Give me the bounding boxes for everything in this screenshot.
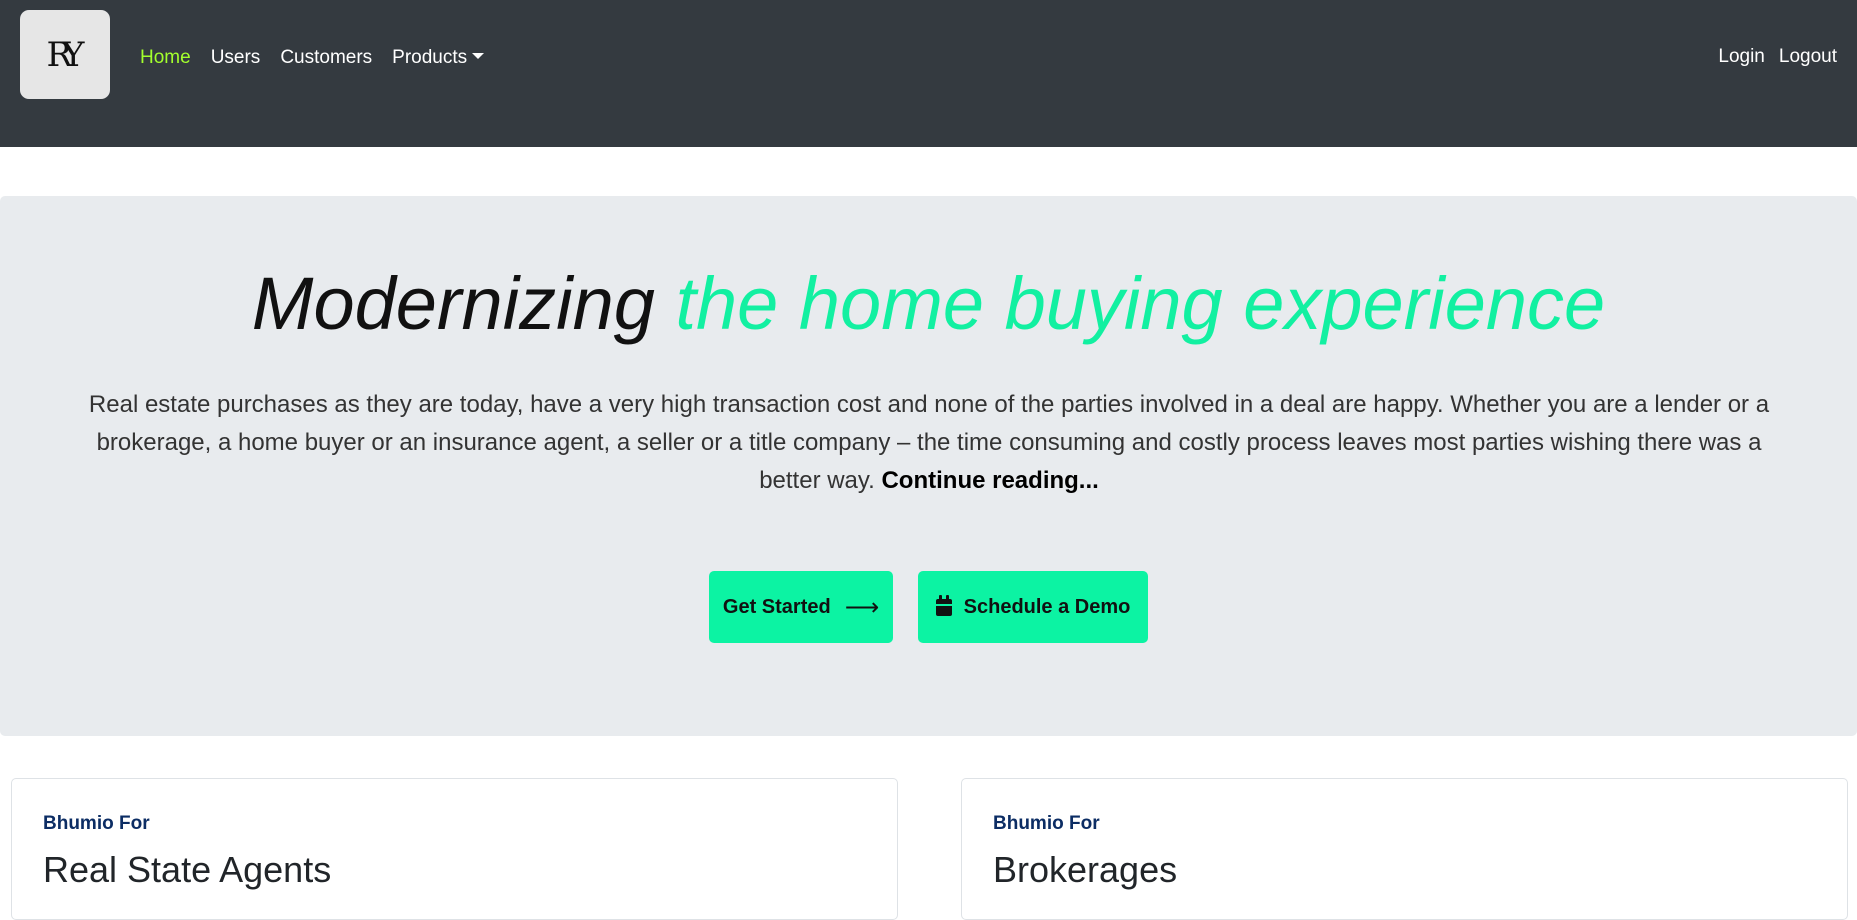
calendar-icon <box>935 594 952 616</box>
card-eyebrow: Bhumio For <box>993 813 1100 834</box>
brand-monogram: RY <box>46 34 85 75</box>
auth-nav: Login Logout <box>1704 46 1837 68</box>
top-navbar: RY Home Users Customers Products Login L… <box>0 0 1857 147</box>
nav-link-products-label: Products <box>392 47 468 68</box>
brand-logo[interactable]: RY <box>20 10 110 99</box>
main-nav: Home Users Customers Products <box>140 47 504 69</box>
get-started-label: Get Started <box>722 595 831 618</box>
schedule-demo-label: Schedule a Demo <box>963 595 1131 618</box>
card-brokerages[interactable]: Bhumio For Brokerages <box>961 778 1848 920</box>
nav-dropdown-products[interactable]: Products <box>392 47 485 69</box>
hero-title: Modernizing the home buying experience <box>0 259 1857 349</box>
schedule-demo-button[interactable]: Schedule a Demo <box>918 571 1148 643</box>
nav-link-users[interactable]: Users <box>211 47 261 69</box>
card-title: Brokerages <box>993 849 1178 890</box>
card-real-estate-agents[interactable]: Bhumio For Real State Agents <box>11 778 898 920</box>
hero-actions: Get Started ⟶ Schedule a Demo <box>0 571 1857 643</box>
logout-link[interactable]: Logout <box>1779 46 1837 68</box>
card-title: Real State Agents <box>43 849 332 890</box>
nav-link-home[interactable]: Home <box>140 47 191 69</box>
get-started-button[interactable]: Get Started ⟶ <box>709 571 893 643</box>
card-eyebrow: Bhumio For <box>43 813 150 834</box>
login-link[interactable]: Login <box>1718 46 1765 68</box>
hero-section: Modernizing the home buying experience R… <box>0 196 1857 736</box>
hero-title-accent: the home buying experience <box>675 262 1606 345</box>
nav-link-customers[interactable]: Customers <box>280 47 372 69</box>
hero-description: Real estate purchases as they are today,… <box>78 386 1780 500</box>
continue-reading-link[interactable]: Continue reading... <box>881 467 1098 494</box>
hero-title-plain: Modernizing <box>251 262 676 345</box>
arrow-right-icon: ⟶ <box>844 593 880 621</box>
caret-down-icon <box>472 53 485 59</box>
